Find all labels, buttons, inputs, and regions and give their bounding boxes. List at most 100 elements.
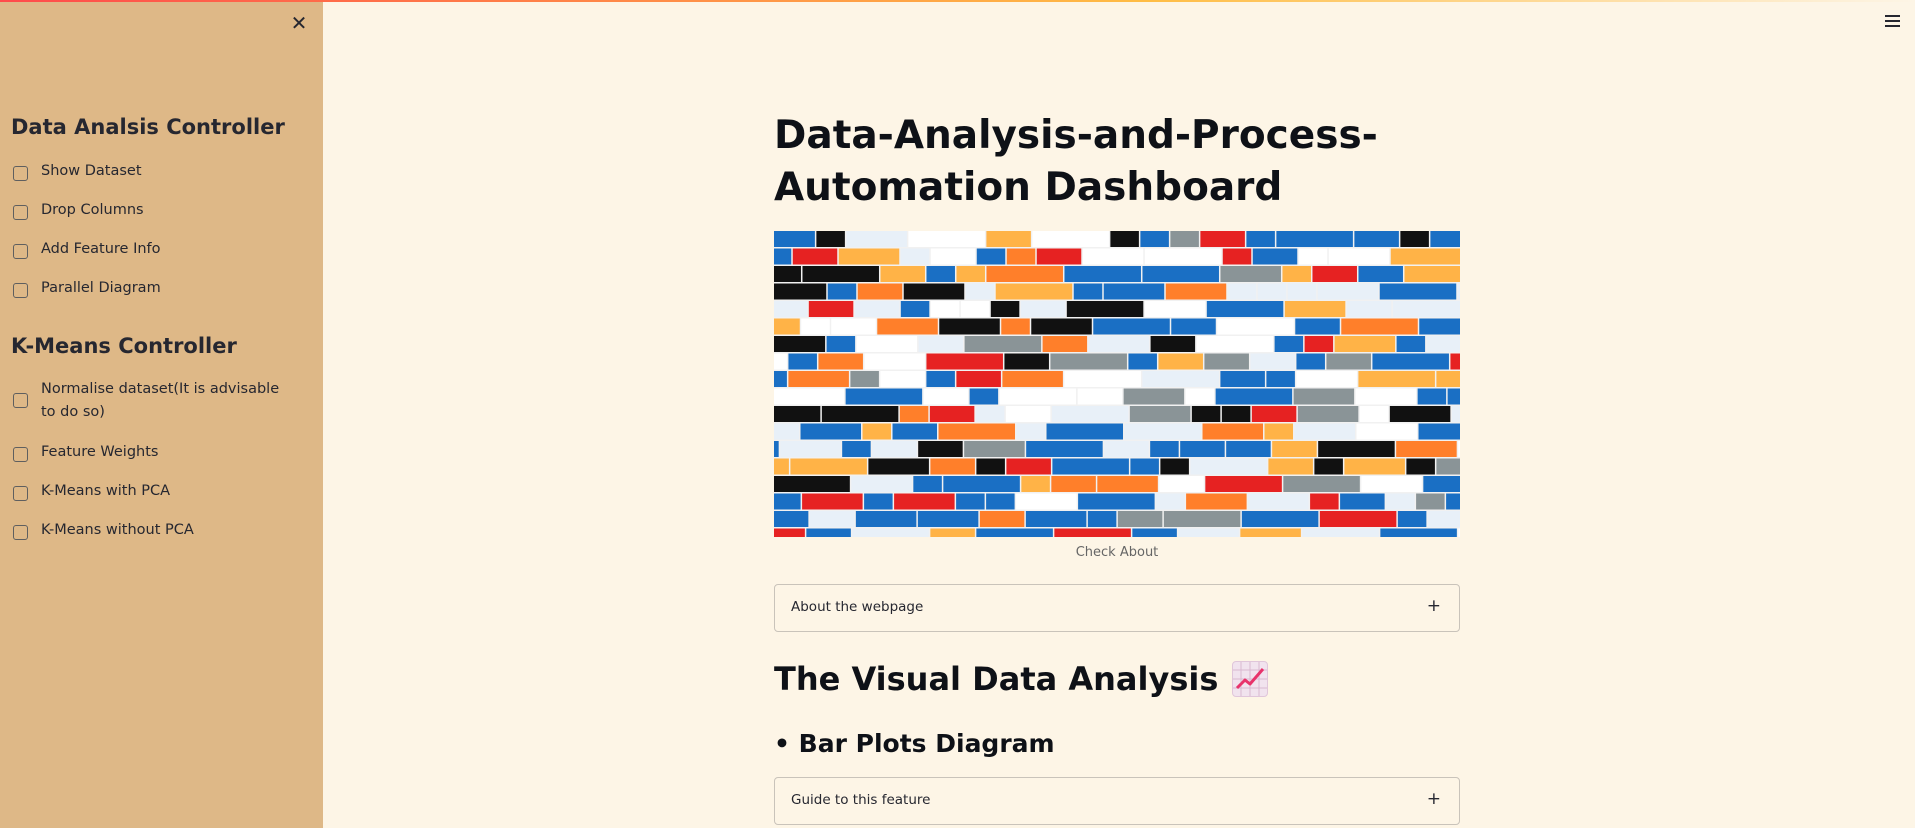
image-caption: Check About [1075,545,1159,560]
brick [1054,528,1131,537]
brick [1380,528,1457,537]
brick [1355,388,1417,405]
brick [1117,511,1163,527]
brick [1416,493,1445,510]
plus-icon: + [1426,596,1441,616]
brick [1082,248,1144,265]
brick [956,371,1001,387]
lego-bricks-image [774,231,1460,537]
brick [1191,406,1221,422]
checkbox-label: K-Means without PCA [41,522,194,538]
brick [964,336,1042,352]
brick [1328,248,1390,265]
brick [1180,441,1225,457]
brick [1215,388,1293,405]
brick [1436,371,1460,387]
top-decoration-bar [0,0,1915,2]
brick [1088,336,1150,352]
checkbox-box[interactable] [13,244,28,259]
brick [1400,231,1429,247]
brick [1287,283,1317,300]
close-icon[interactable]: ✕ [288,12,310,34]
checkbox-box[interactable] [13,166,28,181]
brick [1006,248,1036,265]
brick [1051,476,1096,492]
brick [892,423,938,440]
brick [880,371,925,387]
brick [845,388,923,405]
brick [1170,231,1199,247]
brick [1446,493,1460,510]
checkbox-box[interactable] [13,283,28,298]
brick [1304,336,1334,352]
checkbox-parallel-diagram[interactable]: Parallel Diagram [13,280,303,300]
brick [1163,511,1241,527]
checkbox-box[interactable] [13,486,28,501]
brick [856,336,918,352]
checkbox-box[interactable] [13,525,28,540]
brick [852,528,929,537]
checkbox-label: Show Dataset [41,163,142,179]
brick [964,441,1025,457]
brick [1358,266,1403,282]
brick [1221,406,1251,422]
expander-about-webpage[interactable]: About the webpage + [774,584,1460,632]
brick [1340,493,1385,510]
expander-guide-feature[interactable]: Guide to this feature + [774,777,1460,825]
checkbox-normalise-dataset[interactable]: Normalise dataset(It is advisable to do … [13,381,303,424]
checkbox-drop-columns[interactable]: Drop Columns [13,202,303,222]
brick [1240,528,1301,537]
checkbox-label: Add Feature Info [41,241,161,257]
hamburger-menu-icon[interactable] [1882,12,1904,34]
brick [1241,511,1319,527]
brick [943,476,1020,492]
checkbox-box[interactable] [13,393,28,408]
checkbox-kmeans-with-pca[interactable]: K-Means with PCA [13,483,303,503]
brick [1123,388,1185,405]
brick [809,511,855,527]
checkbox-show-dataset[interactable]: Show Dataset [13,163,303,183]
brick [1186,493,1247,510]
brick [894,493,955,510]
brick [780,441,841,457]
brick [802,493,863,510]
brick [1423,476,1460,492]
brick [1419,318,1460,335]
brick [1326,353,1371,370]
brick [930,248,976,265]
brick [1297,406,1359,422]
brick [872,441,917,457]
brick [956,266,985,282]
brick [846,231,907,247]
checkbox-kmeans-without-pca[interactable]: K-Means without PCA [13,522,303,542]
brick [1310,493,1339,510]
brick [855,511,917,527]
brick [854,301,900,317]
brick [774,511,809,527]
brick [1171,318,1216,335]
checkbox-box[interactable] [13,447,28,462]
brick [1185,388,1215,405]
brick [1458,441,1460,457]
brick [956,493,985,510]
brick [801,318,830,335]
brick [1318,441,1395,457]
section-title-data-analysis: Data Analsis Controller [11,115,285,139]
checkbox-feature-weights[interactable]: Feature Weights [13,444,303,464]
brick [827,283,857,300]
brick [1356,423,1418,440]
brick [976,248,1006,265]
checkbox-box[interactable] [13,205,28,220]
checkbox-label: Parallel Diagram [41,280,161,296]
brick [976,458,1005,475]
brick [1217,318,1294,335]
brick [939,318,1000,335]
brick [838,248,900,265]
brick [1272,441,1317,457]
brick [880,266,925,282]
brick [774,406,821,422]
brick [1392,301,1460,317]
brick [774,371,787,387]
checkbox-add-feature-info[interactable]: Add Feature Info [13,241,303,261]
chart-increasing-icon [1232,661,1269,697]
